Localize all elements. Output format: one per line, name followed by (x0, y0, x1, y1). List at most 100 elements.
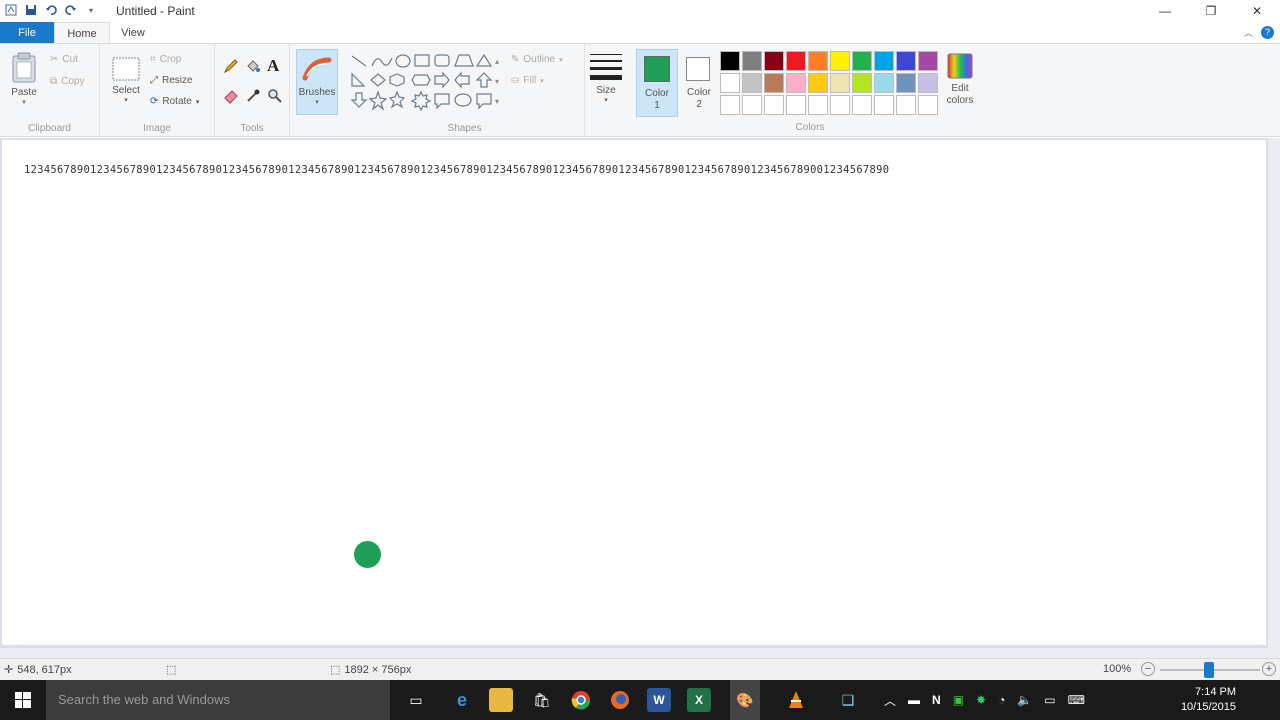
palette-swatch[interactable] (764, 73, 784, 93)
resize-button[interactable]: ⤢ Resize (150, 75, 193, 86)
drawing-canvas[interactable]: 1234567890123456789012345678901234567890… (2, 140, 1266, 645)
text-tool-icon[interactable]: A (267, 56, 279, 76)
color1-button[interactable]: Color 1 (636, 49, 678, 117)
paint-taskbar-icon[interactable]: 🎨 (730, 680, 760, 720)
app-icon[interactable]: ❑ (836, 688, 860, 712)
palette-swatch[interactable] (852, 73, 872, 93)
show-desktop-button[interactable] (1240, 680, 1280, 720)
palette-swatch[interactable] (874, 95, 894, 115)
palette-swatch[interactable] (808, 73, 828, 93)
store-icon[interactable]: 🛍 (530, 688, 554, 712)
help-icon[interactable]: ? (1261, 26, 1274, 39)
palette-swatch[interactable] (742, 51, 762, 71)
tray-app2-icon[interactable]: ▣ (953, 693, 964, 707)
chrome-icon[interactable] (569, 688, 593, 712)
start-button[interactable] (0, 680, 46, 720)
palette-swatch[interactable] (830, 95, 850, 115)
action-center-icon[interactable]: ▭ (1044, 693, 1055, 707)
paint-app-icon[interactable] (4, 3, 18, 17)
palette-swatch[interactable] (896, 95, 916, 115)
vertical-scrollbar[interactable] (1268, 138, 1280, 658)
horizontal-scrollbar[interactable] (0, 648, 1268, 658)
edge-icon[interactable]: e (450, 688, 474, 712)
palette-swatch[interactable] (764, 51, 784, 71)
tab-home[interactable]: Home (54, 22, 110, 44)
palette-swatch[interactable] (764, 95, 784, 115)
copy-button[interactable]: ⧉ Copy (50, 76, 85, 87)
palette-swatch[interactable] (720, 73, 740, 93)
palette-swatch[interactable] (720, 51, 740, 71)
zoom-slider-thumb[interactable] (1204, 662, 1214, 678)
redo-icon[interactable] (64, 3, 78, 17)
color-picker-icon[interactable] (245, 88, 261, 107)
network-icon[interactable]: ◔ (998, 693, 1005, 707)
palette-swatch[interactable] (830, 51, 850, 71)
palette-swatch[interactable] (852, 51, 872, 71)
palette-swatch[interactable] (896, 73, 916, 93)
search-box[interactable]: Search the web and Windows (46, 680, 390, 720)
colors-group-label: Colors (795, 122, 825, 133)
show-hidden-icons[interactable]: ︿ (884, 692, 896, 709)
cut-button[interactable]: ✂ Cut (50, 54, 78, 65)
palette-swatch[interactable] (742, 95, 762, 115)
paste-button[interactable]: Paste ▾ (6, 52, 42, 106)
palette-swatch[interactable] (896, 51, 916, 71)
collapse-ribbon-icon[interactable]: ︿ (1244, 26, 1253, 39)
palette-swatch[interactable] (918, 51, 938, 71)
palette-swatch[interactable] (786, 73, 806, 93)
excel-icon[interactable]: X (687, 688, 711, 712)
vlc-icon[interactable] (784, 688, 808, 712)
fill-label: Fill (523, 75, 537, 86)
palette-swatch[interactable] (918, 73, 938, 93)
file-explorer-icon[interactable] (489, 688, 513, 712)
task-view-icon[interactable]: ▭ (404, 688, 428, 712)
fill-button[interactable]: ⛀ Fill ▾ (511, 75, 544, 86)
palette-swatch[interactable] (808, 95, 828, 115)
clock[interactable]: 7:14 PM 10/15/2015 (1181, 685, 1236, 715)
edit-colors-button[interactable]: Edit colors (942, 52, 978, 107)
eraser-icon[interactable] (223, 88, 239, 107)
palette-swatch[interactable] (918, 95, 938, 115)
crop-button[interactable]: ⌗ Crop (150, 54, 181, 65)
tab-file[interactable]: File (0, 22, 54, 44)
outline-button[interactable]: ✎ Outline ▾ (511, 54, 563, 65)
palette-swatch[interactable] (852, 95, 872, 115)
palette-swatch[interactable] (808, 51, 828, 71)
minimize-button[interactable]: — (1142, 0, 1188, 22)
paste-icon (12, 52, 36, 83)
battery-icon[interactable]: ▬ (908, 693, 920, 707)
volume-icon[interactable]: 🔈 (1017, 693, 1032, 707)
select-button[interactable]: Select ▾ (108, 56, 144, 104)
save-icon[interactable] (24, 3, 38, 17)
size-button[interactable]: Size ▾ (588, 52, 624, 104)
firefox-icon[interactable] (608, 688, 632, 712)
color2-button[interactable]: Color 2 (680, 49, 718, 117)
shapes-gallery[interactable] (349, 52, 499, 112)
customize-qat-icon[interactable]: ▾ (84, 3, 98, 17)
undo-icon[interactable] (44, 3, 58, 17)
palette-swatch[interactable] (786, 51, 806, 71)
tray-app3-icon[interactable]: ✸ (976, 693, 986, 707)
palette-swatch[interactable] (830, 73, 850, 93)
brushes-button[interactable]: Brushes ▾ (296, 49, 338, 115)
zoom-out-button[interactable]: − (1141, 662, 1155, 676)
restore-button[interactable]: ❐ (1188, 0, 1234, 22)
palette-swatch[interactable] (720, 95, 740, 115)
tab-view[interactable]: View (110, 22, 156, 44)
palette-swatch[interactable] (874, 51, 894, 71)
palette-swatch[interactable] (786, 95, 806, 115)
zoom-in-button[interactable]: + (1262, 662, 1276, 676)
fill-bucket-icon[interactable] (245, 58, 261, 77)
shapes-scroll[interactable]: ▴ ▾ ▾ (495, 52, 499, 112)
clock-date: 10/15/2015 (1180, 701, 1236, 713)
tray-app-icon[interactable]: N (932, 693, 941, 707)
palette-swatch[interactable] (874, 73, 894, 93)
pencil-icon[interactable] (223, 58, 239, 77)
palette-swatch[interactable] (742, 73, 762, 93)
rotate-button[interactable]: ⟳ Rotate ▾ (150, 96, 199, 107)
keyboard-icon[interactable]: ⌨ (1068, 693, 1085, 707)
close-button[interactable]: ✕ (1234, 0, 1280, 22)
magnifier-icon[interactable] (267, 88, 283, 107)
copy-label: Copy (61, 76, 85, 87)
word-icon[interactable]: W (647, 688, 671, 712)
